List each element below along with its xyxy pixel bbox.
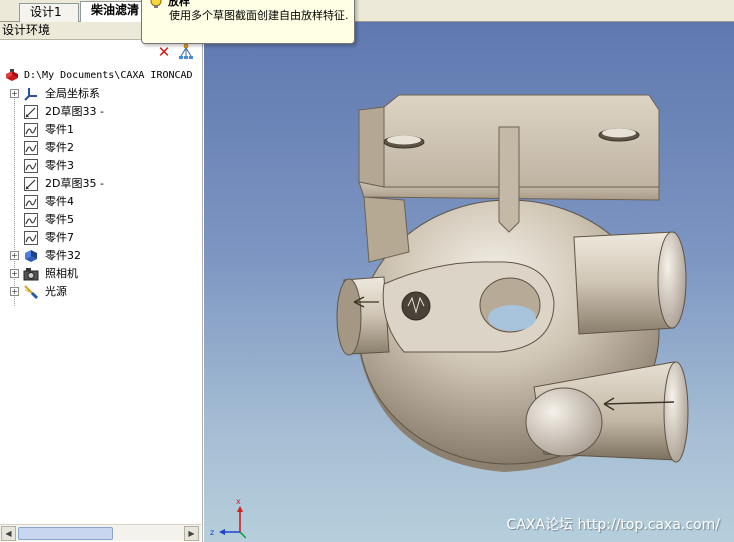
tree-item-light-source[interactable]: + 光源 xyxy=(2,283,198,301)
triad-z-label: z xyxy=(210,528,214,537)
tree-item-label: 零件32 xyxy=(45,249,81,262)
tab-design-1[interactable]: 设计1 xyxy=(19,3,79,22)
tooltip-body: 使用多个草图截面创建自由放样特征. xyxy=(169,9,349,22)
tree-item-sketch-35[interactable]: 2D草图35 - xyxy=(2,175,198,193)
tree-item-label: 全局坐标系 xyxy=(45,87,100,100)
tree-item-part-4[interactable]: 零件4 xyxy=(2,193,198,211)
3d-viewport[interactable] xyxy=(204,22,734,542)
expand-icon[interactable]: + xyxy=(10,251,19,260)
scrollbar-thumb[interactable] xyxy=(18,527,113,540)
part-icon xyxy=(24,213,38,227)
tree-item-global-coordinate-system[interactable]: + 全局坐标系 xyxy=(2,85,198,103)
sketch-icon xyxy=(24,105,38,119)
tree-item-label: 零件5 xyxy=(45,213,74,226)
coordinate-system-icon xyxy=(24,88,37,101)
part-icon xyxy=(24,195,38,209)
tree-item-part-3[interactable]: 零件3 xyxy=(2,157,198,175)
tree-item-label: 2D草图33 - xyxy=(45,105,104,118)
tree-item-part-1[interactable]: 零件1 xyxy=(2,121,198,139)
tree-item-part-32[interactable]: + 零件32 xyxy=(2,247,198,265)
tree-root[interactable]: D:\My Documents\CAXA IRONCAD xyxy=(2,67,198,85)
document-tab-bar: 设计1 柴油滤清 xyxy=(0,0,734,22)
network-icon[interactable] xyxy=(177,43,195,61)
scroll-left-icon[interactable]: ◀ xyxy=(1,526,16,541)
tab-label: 设计1 xyxy=(30,5,62,19)
sketch-icon xyxy=(24,177,38,191)
filter-housing-model xyxy=(336,94,689,472)
axis-triad-icon: x z xyxy=(210,497,246,539)
lightbulb-icon xyxy=(150,0,162,8)
document-icon xyxy=(6,69,18,81)
part-icon xyxy=(24,123,38,137)
triad-x-label: x xyxy=(236,497,241,506)
design-environment-pane: 设计环境 ✕ D:\My Documents\CAXA IRONCAD + 全局… xyxy=(0,22,203,542)
tree-item-camera[interactable]: + 照相机 xyxy=(2,265,198,283)
camera-icon xyxy=(23,268,39,281)
tab-label: 柴油滤清 xyxy=(91,3,140,17)
delete-icon[interactable]: ✕ xyxy=(156,44,172,60)
tab-diesel-filter[interactable]: 柴油滤清 xyxy=(80,1,146,22)
loft-tooltip: 放样 使用多个草图截面创建自由放样特征. xyxy=(141,0,355,44)
scene-tree[interactable]: D:\My Documents\CAXA IRONCAD + 全局坐标系 2D草… xyxy=(2,67,198,306)
expand-icon[interactable]: + xyxy=(10,269,19,278)
expand-icon[interactable]: + xyxy=(10,287,19,296)
light-icon xyxy=(24,285,39,300)
tree-item-label: 光源 xyxy=(45,285,67,298)
horizontal-scrollbar[interactable]: ◀ ▶ xyxy=(0,524,201,541)
tree-item-label: 零件2 xyxy=(45,141,74,154)
tree-item-part-7[interactable]: 零件7 xyxy=(2,229,198,247)
tree-item-label: 零件3 xyxy=(45,159,74,172)
tree-root-label: D:\My Documents\CAXA IRONCAD xyxy=(24,70,193,81)
part-icon xyxy=(24,159,38,173)
tree-item-label: 零件7 xyxy=(45,231,74,244)
tree-item-label: 2D草图35 - xyxy=(45,177,104,190)
solid-part-icon xyxy=(25,250,37,262)
app-window: 设计1 柴油滤清 设计环境 ✕ D:\My Documents\CAXA IRO… xyxy=(0,0,734,542)
scroll-right-icon[interactable]: ▶ xyxy=(184,526,199,541)
forum-watermark: CAXA论坛 http://top.caxa.com/ xyxy=(506,517,720,533)
tree-item-part-5[interactable]: 零件5 xyxy=(2,211,198,229)
part-icon xyxy=(24,141,38,155)
tree-item-label: 零件1 xyxy=(45,123,74,136)
tree-item-label: 零件4 xyxy=(45,195,74,208)
expand-icon[interactable]: + xyxy=(10,89,19,98)
tree-item-part-2[interactable]: 零件2 xyxy=(2,139,198,157)
part-icon xyxy=(24,231,38,245)
tree-item-label: 照相机 xyxy=(45,267,78,280)
tree-item-sketch-33[interactable]: 2D草图33 - xyxy=(2,103,198,121)
